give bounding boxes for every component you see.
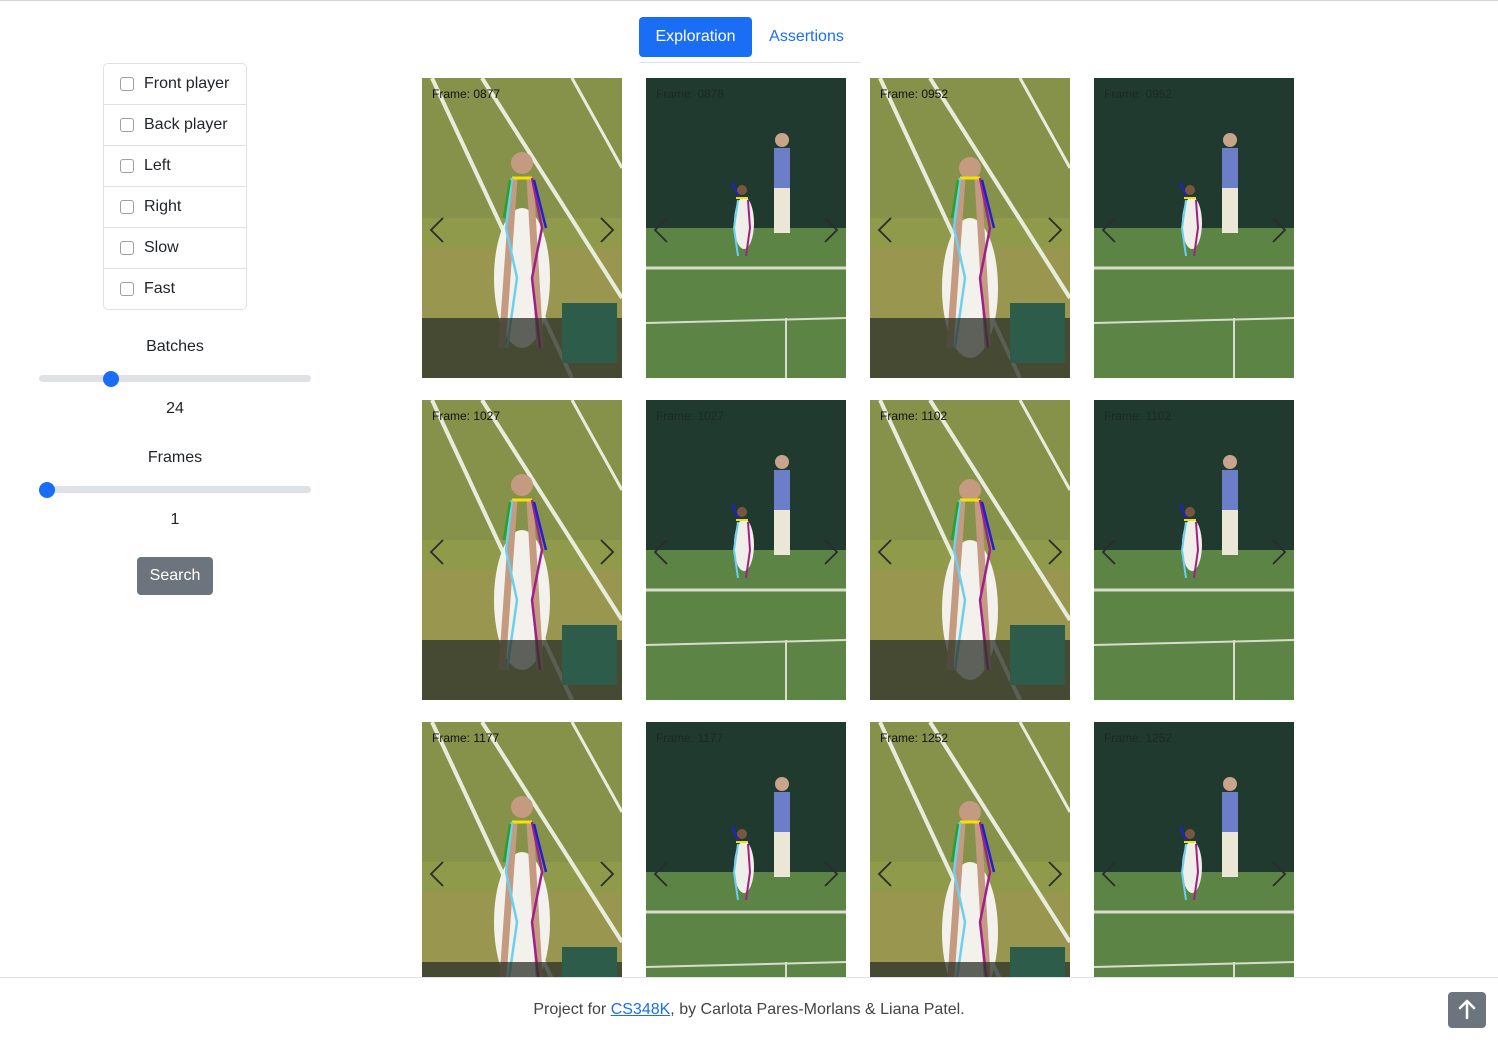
top-border	[0, 0, 1498, 1]
frame-image	[646, 400, 846, 700]
chevron-left-icon[interactable]	[652, 538, 670, 566]
checkbox-icon[interactable]	[120, 241, 134, 255]
frame-card[interactable]: Frame: 1102	[870, 400, 1070, 700]
chevron-right-icon[interactable]	[598, 860, 616, 888]
chevron-right-icon[interactable]	[822, 216, 840, 244]
tab-bar: Exploration Assertions	[639, 17, 861, 63]
frame-image	[422, 78, 622, 378]
frame-card[interactable]: Frame: 1027	[646, 400, 846, 700]
chevron-right-icon[interactable]	[822, 538, 840, 566]
batches-slider-thumb[interactable]	[103, 371, 119, 387]
chevron-left-icon[interactable]	[652, 860, 670, 888]
filter-label: Front player	[144, 75, 230, 92]
chevron-right-icon[interactable]	[598, 216, 616, 244]
frame-card[interactable]: Frame: 0952	[1094, 78, 1294, 378]
chevron-left-icon[interactable]	[652, 216, 670, 244]
filter-label: Slow	[144, 239, 179, 256]
scroll-to-top-button[interactable]	[1448, 992, 1486, 1028]
frames-title: Frames	[147, 449, 203, 466]
frame-image	[646, 78, 846, 378]
filter-label: Left	[144, 157, 171, 174]
frame-label: Frame: 1027	[656, 409, 725, 423]
chevron-left-icon[interactable]	[1100, 538, 1118, 566]
batches-value: 24	[166, 400, 184, 417]
frame-image	[1094, 400, 1294, 700]
chevron-left-icon[interactable]	[1100, 860, 1118, 888]
frame-label: Frame: 0877	[432, 87, 501, 101]
checkbox-icon[interactable]	[120, 200, 134, 214]
frame-label: Frame: 1252	[1104, 731, 1173, 745]
frame-image	[870, 400, 1070, 700]
filter-back-player[interactable]: Back player	[104, 104, 246, 145]
chevron-right-icon[interactable]	[1046, 216, 1064, 244]
search-button[interactable]: Search	[137, 557, 213, 595]
frame-card[interactable]: Frame: 1027	[422, 400, 622, 700]
frame-card[interactable]: Frame: 0952	[870, 78, 1070, 378]
chevron-right-icon[interactable]	[1046, 860, 1064, 888]
checkbox-icon[interactable]	[120, 118, 134, 132]
footer: Project for CS348K, by Carlota Pares-Mor…	[0, 977, 1498, 1040]
frame-image	[870, 78, 1070, 378]
frame-label: Frame: 0952	[1104, 87, 1173, 101]
frame-card[interactable]: Frame: 1102	[1094, 400, 1294, 700]
frame-image	[422, 400, 622, 700]
frames-value: 1	[170, 511, 180, 528]
course-link[interactable]: CS348K	[611, 1001, 671, 1018]
checkbox-icon[interactable]	[120, 159, 134, 173]
chevron-right-icon[interactable]	[1270, 216, 1288, 244]
frames-slider-thumb[interactable]	[39, 482, 55, 498]
checkbox-icon[interactable]	[120, 77, 134, 91]
frame-label: Frame: 1177	[656, 731, 724, 745]
chevron-left-icon[interactable]	[428, 860, 446, 888]
frame-card[interactable]: Frame: 0877	[422, 78, 622, 378]
chevron-right-icon[interactable]	[1046, 538, 1064, 566]
chevron-left-icon[interactable]	[876, 538, 894, 566]
arrow-up-icon	[1458, 999, 1476, 1020]
filter-left[interactable]: Left	[104, 145, 246, 186]
frame-label: Frame: 1252	[880, 731, 949, 745]
frame-label: Frame: 1102	[880, 409, 948, 423]
footer-suffix: , by Carlota Pares-Morlans & Liana Patel…	[670, 1001, 965, 1018]
tab-assertions[interactable]: Assertions	[759, 17, 854, 57]
chevron-left-icon[interactable]	[876, 860, 894, 888]
chevron-right-icon[interactable]	[1270, 860, 1288, 888]
checkbox-icon[interactable]	[120, 282, 134, 296]
batches-slider[interactable]	[39, 371, 311, 387]
chevron-left-icon[interactable]	[428, 216, 446, 244]
footer-text: Project for CS348K, by Carlota Pares-Mor…	[0, 1001, 1498, 1019]
filter-right[interactable]: Right	[104, 186, 246, 227]
tab-exploration[interactable]: Exploration	[639, 17, 752, 57]
chevron-right-icon[interactable]	[822, 860, 840, 888]
frame-card[interactable]: Frame: 0878	[646, 78, 846, 378]
batches-title: Batches	[146, 338, 204, 355]
frame-label: Frame: 1102	[1104, 409, 1172, 423]
chevron-right-icon[interactable]	[598, 538, 616, 566]
filter-list: Front player Back player Left Right Slow…	[103, 63, 247, 310]
chevron-left-icon[interactable]	[1100, 216, 1118, 244]
chevron-left-icon[interactable]	[876, 216, 894, 244]
filter-label: Fast	[144, 280, 176, 297]
frame-label: Frame: 0952	[880, 87, 949, 101]
frame-image	[1094, 78, 1294, 378]
frames-slider[interactable]	[39, 482, 311, 498]
filter-label: Back player	[144, 116, 228, 133]
chevron-left-icon[interactable]	[428, 538, 446, 566]
frame-label: Frame: 1177	[432, 731, 500, 745]
frame-label: Frame: 0878	[656, 87, 725, 101]
frame-label: Frame: 1027	[432, 409, 501, 423]
filter-front-player[interactable]: Front player	[104, 64, 246, 104]
footer-prefix: Project for	[533, 1001, 611, 1018]
chevron-right-icon[interactable]	[1270, 538, 1288, 566]
filter-fast[interactable]: Fast	[104, 268, 246, 309]
filter-label: Right	[144, 198, 182, 215]
filter-slow[interactable]: Slow	[104, 227, 246, 268]
